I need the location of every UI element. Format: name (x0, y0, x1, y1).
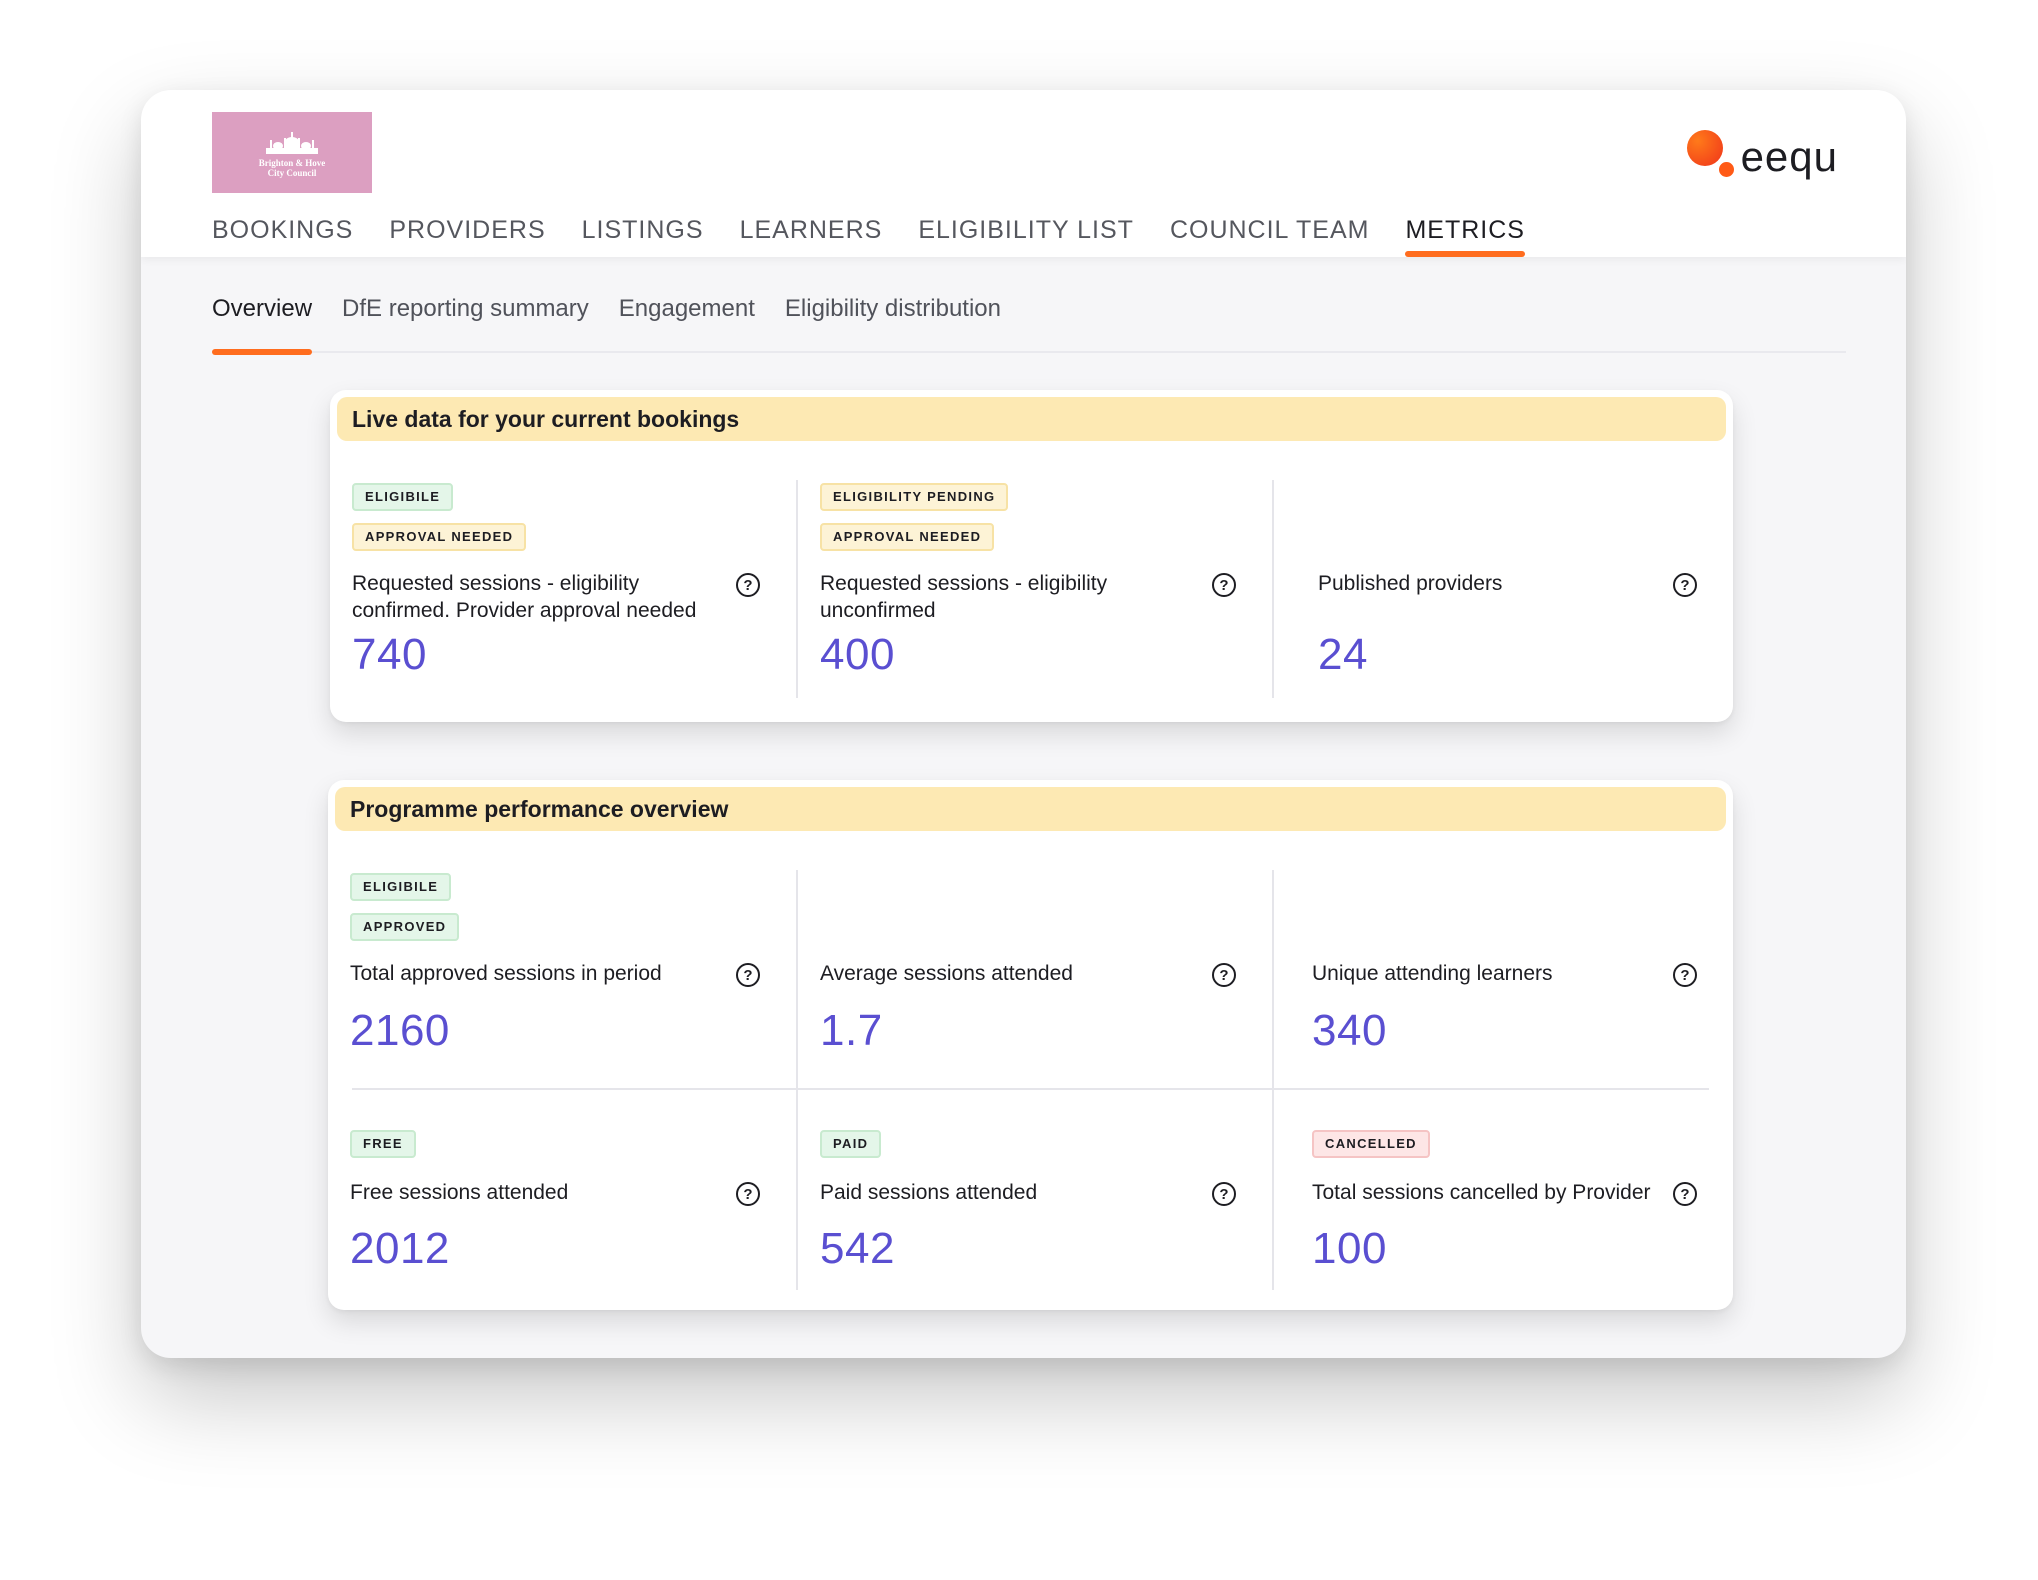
badge-approval-needed: APPROVAL NEEDED (352, 523, 527, 551)
metric-value: 1.7 (820, 1006, 883, 1055)
help-icon[interactable]: ? (1673, 963, 1697, 987)
metric-label: Published providers (1318, 572, 1503, 595)
badge-paid: PAID (820, 1130, 882, 1158)
tab-overview[interactable]: Overview (212, 295, 313, 355)
badge-approved: APPROVED (350, 913, 460, 941)
help-icon[interactable]: ? (1673, 1182, 1697, 1206)
help-icon[interactable]: ? (736, 573, 760, 597)
badge-approval-needed: APPROVAL NEEDED (820, 523, 995, 551)
tab-eligibility-distribution[interactable]: Eligibility distribution (785, 295, 1001, 353)
metric-total-approved-sessions: ELIGIBILE APPROVED Total approved sessio… (328, 870, 796, 1088)
tab-engagement[interactable]: Engagement (619, 295, 755, 353)
metric-label: Unique attending learners (1312, 962, 1553, 985)
help-icon[interactable]: ? (1212, 1182, 1236, 1206)
nav-learners[interactable]: LEARNERS (740, 216, 883, 257)
metric-value: 542 (820, 1224, 895, 1273)
badge-eligible: ELIGIBILE (350, 873, 452, 901)
sub-tabs: Overview DfE reporting summary Engagemen… (212, 295, 1846, 355)
metric-requested-eligibility-confirmed: ELIGIBILE APPROVAL NEEDED Requested sess… (330, 480, 796, 698)
metric-label: Requested sessions - eligibility confirm… (352, 572, 697, 622)
metric-value: 2012 (350, 1224, 450, 1273)
live-data-card: Live data for your current bookings ELIG… (330, 390, 1733, 722)
badge-eligible: ELIGIBILE (352, 483, 454, 511)
metric-label: Total approved sessions in period (350, 962, 662, 985)
nav-providers[interactable]: PROVIDERS (389, 216, 545, 257)
pavilion-icon (266, 131, 318, 154)
nav-listings[interactable]: LISTINGS (582, 216, 704, 257)
metric-paid-sessions-attended: PAID Paid sessions attended ? 542 (796, 1090, 1272, 1290)
top-bar: Brighton & Hove City Council eequ BOOKIN… (141, 90, 1906, 257)
metric-label: Average sessions attended (820, 962, 1073, 985)
programme-performance-card: Programme performance overview ELIGIBILE… (328, 780, 1733, 1310)
nav-metrics[interactable]: METRICS (1405, 216, 1525, 257)
metric-value: 340 (1312, 1006, 1387, 1055)
help-icon[interactable]: ? (736, 963, 760, 987)
metric-requested-eligibility-unconfirmed: ELIGIBILITY PENDING APPROVAL NEEDED Requ… (796, 480, 1272, 698)
metric-published-providers: Published providers ? 24 (1272, 480, 1733, 698)
help-icon[interactable]: ? (1673, 573, 1697, 597)
brand-dots-icon (1686, 126, 1739, 182)
council-logo[interactable]: Brighton & Hove City Council (212, 112, 372, 193)
app-window: Brighton & Hove City Council eequ BOOKIN… (141, 90, 1906, 1358)
badge-cancelled: CANCELLED (1312, 1130, 1430, 1158)
metric-label: Free sessions attended (350, 1181, 569, 1204)
metric-sessions-cancelled-by-provider: CANCELLED Total sessions cancelled by Pr… (1272, 1090, 1733, 1290)
metric-unique-attending-learners: Unique attending learners ? 340 (1272, 870, 1733, 1088)
main-nav: BOOKINGS PROVIDERS LISTINGS LEARNERS ELI… (212, 216, 1561, 257)
metric-label: Requested sessions - eligibility unconfi… (820, 572, 1108, 622)
metric-value: 2160 (350, 1006, 450, 1055)
nav-council-team[interactable]: COUNCIL TEAM (1170, 216, 1370, 257)
live-data-card-title: Live data for your current bookings (337, 397, 1726, 441)
council-logo-line2: City Council (267, 167, 317, 178)
metric-value: 24 (1318, 630, 1368, 679)
help-icon[interactable]: ? (736, 1182, 760, 1206)
brand-logo[interactable]: eequ (1686, 126, 1838, 182)
council-logo-line1: Brighton & Hove (258, 157, 326, 168)
metric-label: Paid sessions attended (820, 1181, 1038, 1204)
help-icon[interactable]: ? (1212, 963, 1236, 987)
metric-value: 100 (1312, 1224, 1387, 1273)
metric-value: 400 (820, 630, 895, 679)
badge-eligibility-pending: ELIGIBILITY PENDING (820, 483, 1009, 511)
metric-average-sessions-attended: Average sessions attended ? 1.7 (796, 870, 1272, 1088)
brand-name: eequ (1740, 133, 1838, 180)
nav-eligibility-list[interactable]: ELIGIBILITY LIST (918, 216, 1134, 257)
metric-value: 740 (352, 630, 427, 679)
tab-dfe-reporting-summary[interactable]: DfE reporting summary (342, 295, 589, 353)
metric-free-sessions-attended: FREE Free sessions attended ? 2012 (328, 1090, 796, 1290)
help-icon[interactable]: ? (1212, 573, 1236, 597)
metric-label: Total sessions cancelled by Provider (1312, 1181, 1651, 1204)
badge-free: FREE (350, 1130, 416, 1158)
programme-performance-card-title: Programme performance overview (335, 787, 1726, 831)
nav-bookings[interactable]: BOOKINGS (212, 216, 353, 257)
